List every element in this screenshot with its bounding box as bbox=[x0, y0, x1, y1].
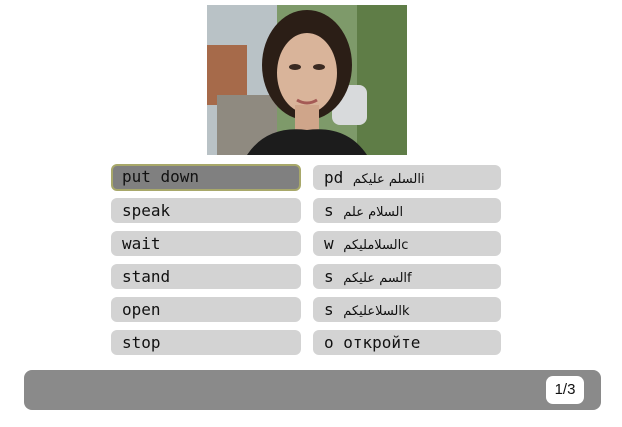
answer-text: السلاعليكمk bbox=[343, 304, 410, 319]
answer-prefix: s bbox=[324, 300, 344, 319]
answer-slot[interactable]: s السلام علم bbox=[313, 198, 501, 223]
answer-slot[interactable]: o откройте bbox=[313, 330, 501, 355]
bottom-status-bar: 1/3 bbox=[24, 370, 601, 410]
answer-prefix: o bbox=[324, 333, 344, 352]
answer-slot[interactable]: w السلامليكمc bbox=[313, 231, 501, 256]
answer-slot[interactable]: s السلاعليكمk bbox=[313, 297, 501, 322]
word-option-speak[interactable]: speak bbox=[111, 198, 301, 223]
answer-prefix: s bbox=[324, 267, 344, 286]
answer-text: السلام علم bbox=[343, 205, 404, 220]
word-option-stop[interactable]: stop bbox=[111, 330, 301, 355]
answer-text: السم عليكمf bbox=[343, 271, 412, 286]
page-counter: 1/3 bbox=[546, 376, 584, 404]
tutor-avatar-image bbox=[207, 5, 407, 155]
answer-prefix: w bbox=[324, 234, 344, 253]
word-option-wait[interactable]: wait bbox=[111, 231, 301, 256]
word-option-stand[interactable]: stand bbox=[111, 264, 301, 289]
answer-text: откройте bbox=[343, 333, 421, 352]
source-words-list: put down speak wait stand open stop bbox=[111, 164, 301, 363]
answer-slots-list: pd السلم عليكمi s السلام علم w السلامليك… bbox=[313, 165, 501, 363]
answer-prefix: pd bbox=[324, 168, 353, 187]
word-option-open[interactable]: open bbox=[111, 297, 301, 322]
answer-slot[interactable]: pd السلم عليكمi bbox=[313, 165, 501, 190]
answer-prefix: s bbox=[324, 201, 344, 220]
answer-slot[interactable]: s السم عليكمf bbox=[313, 264, 501, 289]
word-option-put-down[interactable]: put down bbox=[111, 164, 301, 191]
answer-text: السلامليكمc bbox=[343, 238, 409, 253]
answer-text: السلم عليكمi bbox=[352, 172, 425, 187]
